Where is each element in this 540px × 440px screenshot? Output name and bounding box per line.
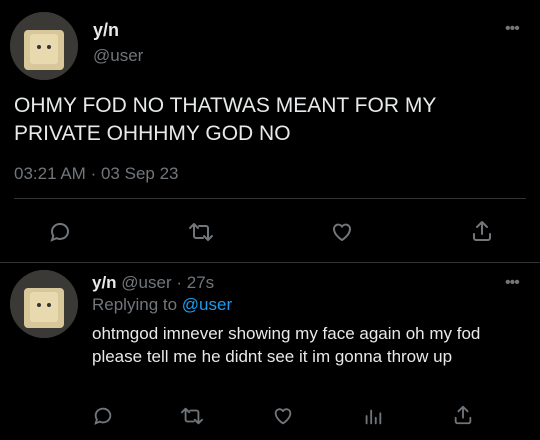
reply-text: ohtmgod imnever showing my face again oh… xyxy=(92,324,481,366)
retweet-icon[interactable] xyxy=(188,220,214,244)
reply-header: y/n @user · 27s xyxy=(92,273,214,293)
reply-author-handle[interactable]: @user xyxy=(121,273,171,292)
timestamp-separator: · xyxy=(90,164,97,183)
more-options-icon[interactable]: ••• xyxy=(505,21,520,37)
replying-to-label: Replying to xyxy=(92,295,178,314)
reply-reply-icon[interactable] xyxy=(92,405,114,427)
reply-avatar[interactable] xyxy=(10,270,78,338)
author-name[interactable]: y/n xyxy=(93,20,119,41)
tweet-date[interactable]: 03 Sep 23 xyxy=(101,164,179,183)
reply-icon[interactable] xyxy=(48,220,72,244)
replying-to-handle[interactable]: @user xyxy=(182,295,232,314)
reply-age[interactable]: 27s xyxy=(187,273,214,292)
tweet-timestamp: 03:21 AM · 03 Sep 23 xyxy=(14,164,178,184)
author-handle[interactable]: @user xyxy=(93,46,143,66)
avatar[interactable] xyxy=(10,12,78,80)
replying-to: Replying to @user xyxy=(92,295,232,315)
like-icon[interactable] xyxy=(330,220,354,244)
reply-author-name[interactable]: y/n xyxy=(92,273,117,292)
reply-separator: · xyxy=(176,273,183,292)
avatar-image xyxy=(10,12,78,80)
tweet-time[interactable]: 03:21 AM xyxy=(14,164,86,183)
reply-retweet-icon[interactable] xyxy=(180,405,204,427)
reply-like-icon[interactable] xyxy=(272,405,294,427)
share-icon[interactable] xyxy=(470,219,494,243)
reply-avatar-image xyxy=(10,270,78,338)
divider xyxy=(0,262,540,263)
reply-more-options-icon[interactable]: ••• xyxy=(505,275,520,291)
divider xyxy=(14,198,526,199)
reply-views-icon[interactable] xyxy=(362,405,384,427)
reply-share-icon[interactable] xyxy=(452,404,474,426)
tweet-text: OHMY FOD NO THATWAS MEANT FOR MY PRIVATE… xyxy=(14,94,436,145)
